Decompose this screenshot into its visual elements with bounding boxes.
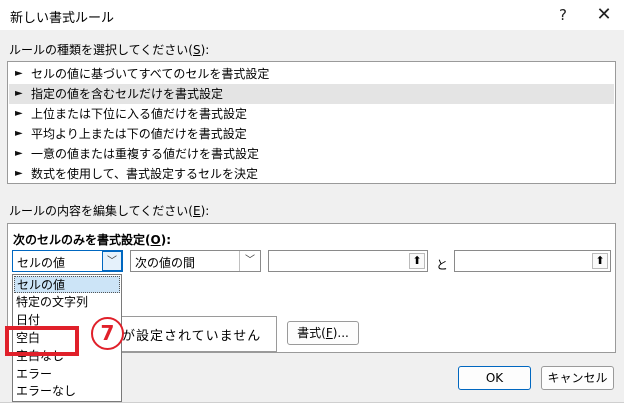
bullet-arrow-icon: ► — [15, 168, 23, 179]
rule-item-contains[interactable]: ► 指定の値を含むセルだけを書式設定 — [9, 84, 614, 104]
chevron-down-icon[interactable]: ﹀ — [239, 251, 260, 271]
bottom-edge — [0, 402, 624, 407]
rule-item-label: 平均より上または下の値だけを書式設定 — [31, 127, 247, 141]
format-button-accel: F — [325, 326, 333, 340]
rule-item-label: 一意の値または重複する値だけを書式設定 — [31, 147, 260, 161]
rule-type-label-accel: S — [192, 43, 201, 57]
rule-item-formula[interactable]: ► 数式を使用して、書式設定するセルを決定 — [9, 164, 614, 184]
value2-input[interactable]: ⬆ — [454, 250, 611, 272]
rule-item-label: セルの値に基づいてすべてのセルを書式設定 — [31, 67, 270, 81]
ok-button[interactable]: OK — [458, 366, 531, 390]
rule-item-cell-value[interactable]: ► セルの値に基づいてすべてのセルを書式設定 — [9, 64, 614, 84]
step-callout: 7 — [91, 317, 124, 350]
preview-text: が設定されていません — [122, 329, 262, 344]
operator-combo[interactable]: 次の値の間 ﹀ — [130, 250, 261, 272]
rule-item-label: 指定の値を含むセルだけを書式設定 — [31, 87, 224, 101]
close-button[interactable]: ✕ — [586, 0, 622, 30]
operator-combo-value: 次の値の間 — [135, 256, 196, 270]
condition-combo-value: セルの値 — [17, 256, 66, 270]
dropdown-option-errors[interactable]: エラー — [14, 366, 120, 383]
format-button[interactable]: 書式(F)... — [287, 321, 359, 345]
value1-input[interactable]: ⬆ — [268, 250, 428, 272]
range-select-icon[interactable]: ⬆ — [409, 253, 425, 269]
dialog-title: 新しい書式ルール — [10, 11, 115, 26]
rule-edit-label-text: ルールの内容を編集してください( — [9, 204, 193, 218]
chevron-down-icon[interactable]: ﹀ — [102, 251, 122, 271]
rule-type-label-suffix: ): — [200, 43, 210, 57]
and-label: と — [436, 258, 449, 272]
heading-accel: O — [150, 233, 161, 247]
dropdown-option-no-errors[interactable]: エラーなし — [14, 383, 120, 400]
rule-item-unique-duplicate[interactable]: ► 一意の値または重複する値だけを書式設定 — [9, 144, 614, 164]
rule-type-list[interactable]: ► セルの値に基づいてすべてのセルを書式設定 ► 指定の値を含むセルだけを書式設… — [7, 61, 616, 184]
rule-type-label-text: ルールの種類を選択してください( — [9, 43, 193, 57]
heading-text: 次のセルのみを書式設定( — [13, 233, 151, 247]
rule-item-label: 上位または下位に入る値だけを書式設定 — [31, 107, 248, 121]
heading-suffix: ): — [160, 233, 171, 247]
cancel-button[interactable]: キャンセル — [541, 366, 614, 390]
rule-edit-label-suffix: ): — [200, 204, 210, 218]
highlight-box — [5, 326, 79, 356]
bullet-arrow-icon: ► — [15, 108, 23, 119]
bullet-arrow-icon: ► — [15, 88, 23, 99]
rule-type-label: ルールの種類を選択してください(S): — [9, 41, 209, 58]
format-button-text: 書式( — [297, 326, 326, 340]
rule-edit-label-accel: E — [192, 204, 201, 218]
bullet-arrow-icon: ► — [15, 68, 23, 79]
range-select-icon[interactable]: ⬆ — [592, 253, 608, 269]
rule-item-label: 数式を使用して、書式設定するセルを決定 — [31, 167, 259, 181]
condition-combo[interactable]: セルの値 ﹀ — [12, 250, 123, 272]
rule-edit-label: ルールの内容を編集してください(E): — [9, 202, 209, 219]
dropdown-option-cell-value[interactable]: セルの値 — [14, 276, 120, 293]
rule-item-average[interactable]: ► 平均より上または下の値だけを書式設定 — [9, 124, 614, 144]
rule-item-top-bottom[interactable]: ► 上位または下位に入る値だけを書式設定 — [9, 104, 614, 124]
help-button[interactable]: ? — [545, 0, 581, 30]
format-button-suffix: )... — [332, 326, 349, 340]
bullet-arrow-icon: ► — [15, 128, 23, 139]
dropdown-option-specific-text[interactable]: 特定の文字列 — [14, 294, 120, 311]
format-only-cells-heading: 次のセルのみを書式設定(O): — [13, 231, 171, 248]
bullet-arrow-icon: ► — [15, 148, 23, 159]
